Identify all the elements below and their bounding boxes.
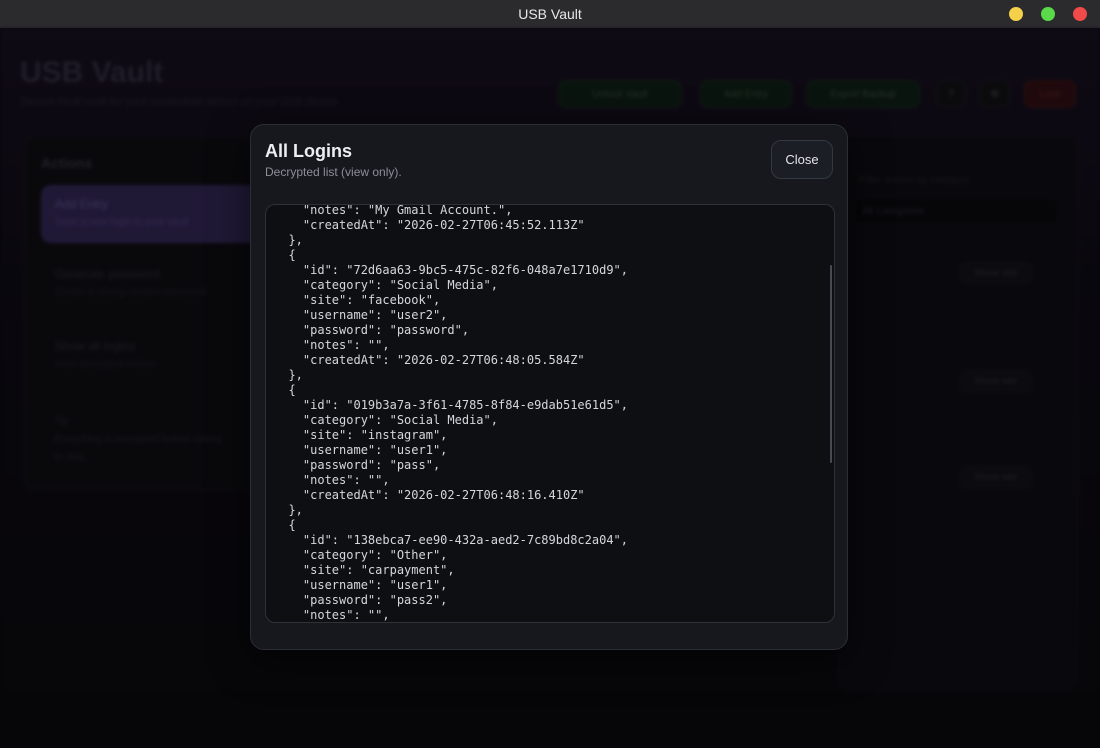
logins-json-viewer[interactable]: "notes": "My Gmail Account.", "createdAt… — [265, 204, 835, 623]
window-title: USB Vault — [518, 6, 582, 22]
window-titlebar: USB Vault — [0, 0, 1100, 29]
maximize-button[interactable] — [1041, 7, 1055, 21]
all-logins-dialog: All Logins Decrypted list (view only). C… — [250, 124, 848, 650]
minimize-button[interactable] — [1009, 7, 1023, 21]
logins-json-text: "notes": "My Gmail Account.", "createdAt… — [288, 204, 629, 622]
close-button[interactable]: Close — [771, 140, 833, 179]
close-window-button[interactable] — [1073, 7, 1087, 21]
dialog-subtitle: Decrypted list (view only). — [265, 165, 402, 179]
vertical-scrollbar[interactable] — [830, 265, 832, 463]
dialog-title: All Logins — [265, 141, 352, 161]
